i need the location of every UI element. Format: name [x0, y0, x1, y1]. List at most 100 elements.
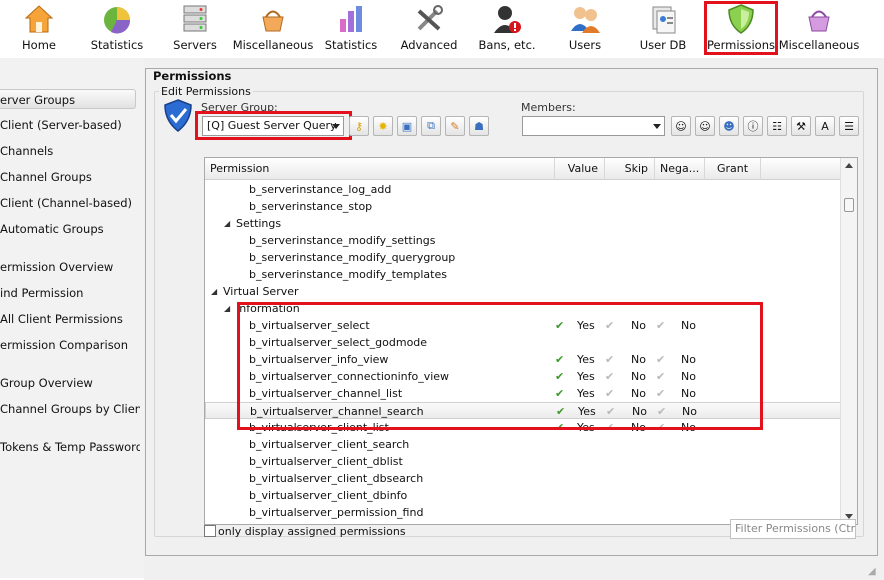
value-check-icon: ✔: [556, 405, 566, 418]
sidebar-item-find-permission[interactable]: ind Permission: [0, 283, 140, 303]
copy-group-button[interactable]: ⧉: [421, 116, 441, 136]
permission-name: b_virtualserver_channel_list: [249, 387, 403, 400]
chevron-down-icon: [332, 124, 340, 129]
toolbar-miscellaneous-2[interactable]: Miscellaneous: [779, 0, 859, 56]
table-row[interactable]: b_serverinstance_modify_querygroup: [205, 249, 841, 266]
toolbar-label: Advanced: [400, 38, 458, 52]
toolbar-label: Home: [22, 38, 56, 52]
expand-triangle-icon[interactable]: ◢: [224, 215, 230, 232]
sidebar-item-permission-comparison[interactable]: ermission Comparison: [0, 335, 140, 355]
permission-name: b_virtualserver_connectioninfo_view: [249, 370, 450, 383]
member-action-8-button[interactable]: ☰: [839, 116, 859, 136]
tree-group-row[interactable]: ◢ Information: [205, 300, 841, 317]
permission-name: b_virtualserver_channel_search: [250, 405, 424, 418]
toolbar-miscellaneous[interactable]: Miscellaneous: [232, 0, 314, 56]
member-action-3-button[interactable]: ☻: [719, 116, 739, 136]
tree-group-row[interactable]: ◢ Virtual Server: [205, 283, 841, 300]
toolbar-home[interactable]: Home: [0, 0, 78, 56]
table-row[interactable]: b_virtualserver_select_godmode: [205, 334, 841, 351]
add-group-button[interactable]: ✸: [373, 116, 393, 136]
table-row[interactable]: b_serverinstance_log_add: [205, 181, 841, 198]
member-action-7-button[interactable]: A: [815, 116, 835, 136]
delete-group-button[interactable]: ▣: [397, 116, 417, 136]
server-group-select[interactable]: [Q] Guest Server Query: [202, 116, 344, 136]
table-row[interactable]: b_virtualserver_client_list ✔ Yes ✔ No ✔ No: [205, 419, 841, 436]
column-header-permission[interactable]: Permission: [205, 158, 555, 180]
member-action-1-button[interactable]: ☺: [671, 116, 691, 136]
table-row[interactable]: b_virtualserver_channel_search ✔ Yes ✔ No ✔ No: [205, 402, 841, 419]
server-group-label: Server Group:: [201, 101, 278, 114]
toolbar-servers[interactable]: Servers: [156, 0, 234, 56]
column-header-skip[interactable]: Skip: [605, 158, 655, 180]
table-row[interactable]: b_virtualserver_info_view ✔ Yes ✔ No ✔ No: [205, 351, 841, 368]
toolbar-user-db[interactable]: User DB: [624, 0, 702, 56]
member-action-5-button[interactable]: ☷: [767, 116, 787, 136]
sidebar-item-client-server-based[interactable]: Client (Server-based): [0, 115, 140, 135]
table-row[interactable]: b_virtualserver_connectioninfo_view ✔ Yes ✔…: [205, 368, 841, 385]
table-row[interactable]: b_serverinstance_modify_templates: [205, 266, 841, 283]
table-row[interactable]: b_virtualserver_select ✔ Yes ✔ No ✔ No: [205, 317, 841, 334]
expand-triangle-icon[interactable]: ◢: [211, 283, 217, 300]
permission-name: b_virtualserver_client_dblist: [249, 455, 403, 468]
permission-name: b_serverinstance_log_add: [249, 183, 392, 196]
sidebar-item-tokens-temp-passwords[interactable]: Tokens & Temp Passwords: [0, 437, 140, 457]
toolbar-permissions[interactable]: Permissions: [702, 0, 780, 56]
negate-text: No: [681, 353, 696, 366]
vertical-scrollbar[interactable]: [840, 158, 857, 524]
sidebar-item-client-channel-based[interactable]: Client (Channel-based): [0, 193, 140, 213]
table-row[interactable]: b_serverinstance_stop: [205, 198, 841, 215]
tools-icon: [413, 3, 445, 35]
group-users-button[interactable]: ☗: [469, 116, 489, 136]
column-header-grant[interactable]: Grant: [705, 158, 761, 180]
value-text: Yes: [577, 370, 595, 383]
skip-text: No: [631, 421, 646, 434]
toolbar-label: Miscellaneous: [232, 38, 314, 52]
scroll-thumb[interactable]: [844, 198, 854, 212]
sidebar-item-server-groups[interactable]: erver Groups: [0, 89, 136, 109]
rename-group-button[interactable]: ⚷: [349, 116, 369, 136]
table-row[interactable]: b_virtualserver_client_search: [205, 436, 841, 453]
skip-check-icon: ✔: [605, 387, 615, 400]
scroll-up-icon[interactable]: [845, 163, 853, 168]
column-header-negate[interactable]: Nega...: [655, 158, 705, 180]
table-row[interactable]: b_serverinstance_modify_settings: [205, 232, 841, 249]
members-select[interactable]: [522, 116, 665, 136]
toolbar-statistics-2[interactable]: Statistics: [312, 0, 390, 56]
skip-check-icon: ✔: [605, 353, 615, 366]
sidebar-item-automatic-groups[interactable]: Automatic Groups: [0, 219, 140, 239]
table-row[interactable]: b_virtualserver_channel_list ✔ Yes ✔ No ✔ No: [205, 385, 841, 402]
sidebar-item-all-client-permissions[interactable]: All Client Permissions: [0, 309, 140, 329]
toolbar-label: Servers: [173, 38, 217, 52]
member-action-4-button[interactable]: ⓘ: [743, 116, 763, 136]
toolbar-bans[interactable]: Bans, etc.: [468, 0, 546, 56]
member-action-2-button[interactable]: ☺: [695, 116, 715, 136]
edit-group-button[interactable]: ✎: [445, 116, 465, 136]
toolbar-label: Users: [568, 38, 602, 52]
permission-tree[interactable]: Permission Value Skip Nega... Grant b_se…: [204, 157, 858, 525]
only-assigned-label: only display assigned permissions: [218, 525, 406, 538]
group-name: Virtual Server: [223, 285, 299, 298]
resize-grip-icon[interactable]: ◢: [868, 566, 880, 578]
skip-check-icon: ✔: [605, 421, 615, 434]
sidebar-item-channels[interactable]: Channels: [0, 141, 140, 161]
toolbar-users[interactable]: Users: [546, 0, 624, 56]
table-row[interactable]: b_virtualserver_client_dbsearch: [205, 470, 841, 487]
table-row[interactable]: b_virtualserver_client_dblist: [205, 453, 841, 470]
value-check-icon: ✔: [555, 370, 565, 383]
tree-group-row[interactable]: ◢ Settings: [205, 215, 841, 232]
table-row[interactable]: b_virtualserver_client_dbinfo: [205, 487, 841, 504]
value-check-icon: ✔: [555, 387, 565, 400]
member-action-6-button[interactable]: ⚒: [791, 116, 811, 136]
only-assigned-checkbox[interactable]: [204, 525, 216, 537]
toolbar-advanced[interactable]: Advanced: [390, 0, 468, 56]
sidebar-item-group-overview[interactable]: Group Overview: [0, 373, 140, 393]
expand-triangle-icon[interactable]: ◢: [224, 300, 230, 317]
sidebar-item-permission-overview[interactable]: ermission Overview: [0, 257, 140, 277]
sidebar-item-channel-groups[interactable]: Channel Groups: [0, 167, 140, 187]
column-header-value[interactable]: Value: [555, 158, 605, 180]
sidebar-item-channel-groups-by-client[interactable]: Channel Groups by Client: [0, 399, 140, 419]
filter-permissions-input[interactable]: Filter Permissions (Ctrl+F): [730, 519, 856, 539]
list-icon: ☰: [844, 119, 854, 133]
toolbar-statistics[interactable]: Statistics: [78, 0, 156, 56]
home-icon: [23, 3, 55, 35]
